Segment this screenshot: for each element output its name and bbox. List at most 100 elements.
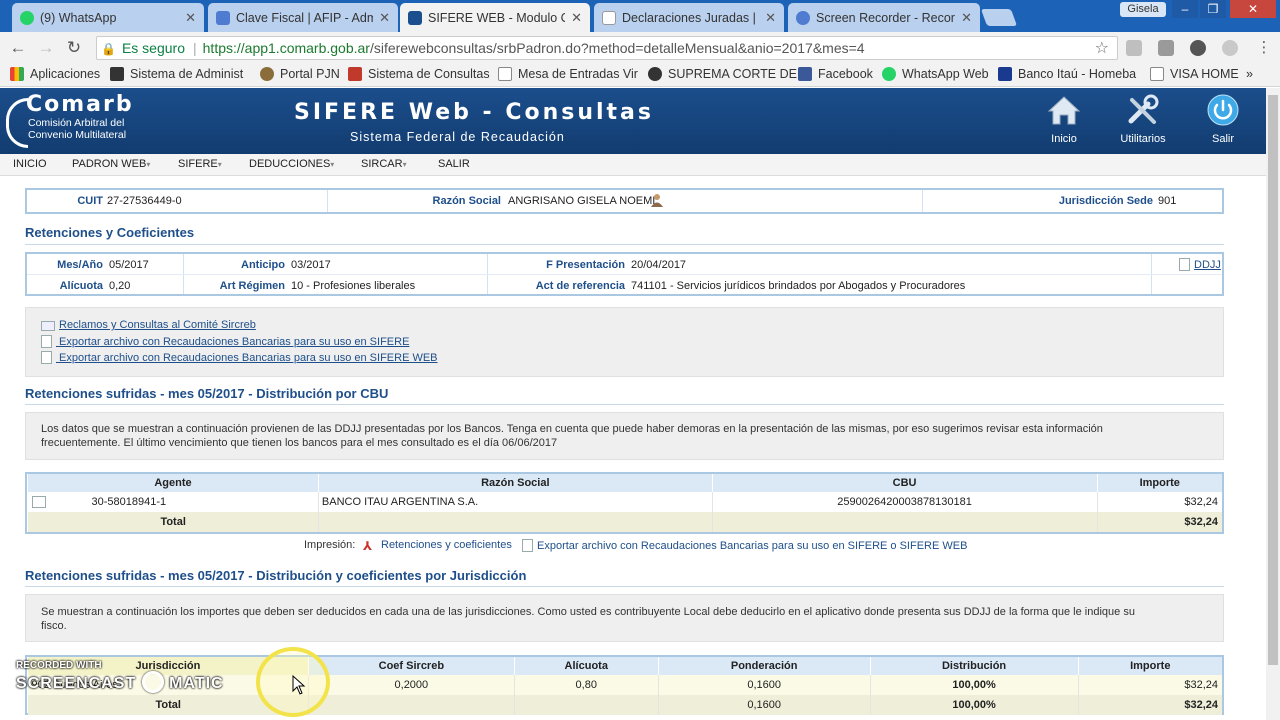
tab-sifere[interactable]: SIFERE WEB - Modulo Co ✕ xyxy=(400,3,590,32)
document-icon xyxy=(1179,258,1190,271)
cbu-table-panel: Agente Razón Social CBU Importe 30-58018… xyxy=(25,472,1224,534)
close-icon[interactable]: ✕ xyxy=(961,10,972,26)
extension-icon[interactable] xyxy=(1222,40,1238,56)
tools-icon xyxy=(1128,94,1159,124)
bookmark-facebook[interactable]: Facebook xyxy=(798,67,873,81)
star-icon[interactable]: ☆ xyxy=(1095,38,1109,60)
logo-line2: Convenio Multilateral xyxy=(28,129,127,141)
close-icon[interactable]: ✕ xyxy=(379,10,390,26)
empty-cell xyxy=(513,695,659,715)
bookmark-sistema-consultas[interactable]: Sistema de Consultas xyxy=(348,67,490,81)
bookmark-sistema-admin[interactable]: Sistema de Administ xyxy=(110,67,243,81)
itau-icon xyxy=(998,67,1012,81)
alicuota-label: Alícuota xyxy=(59,280,103,292)
tab-afip[interactable]: Clave Fiscal | AFIP - Adm ✕ xyxy=(208,3,398,32)
menu-inicio[interactable]: INICIO xyxy=(13,158,47,170)
export-sifere-web-link[interactable]: Exportar archivo con Recaudaciones Banca… xyxy=(41,351,438,364)
power-icon xyxy=(1207,94,1239,126)
extension-icon[interactable] xyxy=(1126,40,1142,56)
pdf-retenciones-link[interactable]: ⅄ Retenciones y coeficientes xyxy=(363,539,512,553)
close-icon[interactable]: ✕ xyxy=(765,10,776,26)
minimize-icon[interactable]: – xyxy=(1172,0,1198,18)
bookmark-visa-home[interactable]: VISA HOME xyxy=(1150,67,1239,81)
url-path: /siferewebconsultas/srbPadron.do?method=… xyxy=(369,40,865,56)
house-icon xyxy=(1047,96,1081,125)
site-menu-bar: INICIO PADRON WEB▾ SIFERE▾ DEDUCCIONES▾ … xyxy=(0,154,1266,176)
bookmark-suprema-corte[interactable]: SUPREMA CORTE DE xyxy=(648,67,797,81)
extension-icon[interactable] xyxy=(1158,40,1174,56)
reload-icon[interactable]: ↻ xyxy=(64,38,84,58)
cbu-info-line2: frecuentemente. El último vencimiento qu… xyxy=(41,437,558,449)
tab-ddjj[interactable]: Declaraciones Juradas | Si ✕ xyxy=(594,3,784,32)
bookmark-banco-itau[interactable]: Banco Itaú - Homeba xyxy=(998,67,1136,81)
menu-label: PADRON WEB xyxy=(72,158,147,170)
bookmarks-overflow-icon[interactable]: » xyxy=(1246,67,1253,81)
menu-salir[interactable]: SALIR xyxy=(438,158,470,170)
close-icon[interactable]: ✕ xyxy=(571,10,582,26)
maximize-icon[interactable]: ❐ xyxy=(1200,0,1226,18)
impresion-label: Impresión: xyxy=(304,539,356,551)
export-sifere-web-label: Exportar archivo con Recaudaciones Banca… xyxy=(56,352,438,364)
page-icon xyxy=(1150,67,1164,81)
bookmark-apps[interactable]: Aplicaciones xyxy=(10,67,100,81)
divider: | xyxy=(193,40,197,56)
apps-grid-icon xyxy=(10,67,24,81)
razon-social-label: Razón Social xyxy=(432,195,501,207)
profile-button[interactable]: Gisela xyxy=(1120,2,1166,17)
export-combined-link[interactable]: Exportar archivo con Recaudaciones Banca… xyxy=(522,539,967,552)
mail-icon xyxy=(41,321,55,331)
bookmark-label: Mesa de Entradas Vir xyxy=(518,67,638,81)
bookmark-label: Aplicaciones xyxy=(30,67,101,81)
section-title-cbu: Retenciones sufridas - mes 05/2017 - Dis… xyxy=(25,386,389,401)
exit-button[interactable]: Salir xyxy=(1204,94,1242,145)
close-icon[interactable]: ✕ xyxy=(185,10,196,26)
importe-value: $32,24 xyxy=(1096,492,1222,512)
watermark-line3: MATIC xyxy=(169,675,224,692)
address-bar[interactable]: 🔒 Es seguro | https://app1.comarb.gob.ar/si… xyxy=(96,36,1118,60)
menu-sifere[interactable]: SIFERE▾ xyxy=(178,158,222,170)
bookmark-mesa-entradas[interactable]: Mesa de Entradas Vir xyxy=(498,67,638,81)
jurisdiccion-sede-label: Jurisdicción Sede xyxy=(1058,195,1153,207)
reclamos-link[interactable]: Reclamos y Consultas al Comité Sircreb xyxy=(41,319,256,331)
new-tab-button[interactable] xyxy=(980,9,1018,26)
whatsapp-icon xyxy=(20,10,34,25)
ddjj-link[interactable]: DDJJ xyxy=(1179,258,1221,271)
menu-dots-icon[interactable]: ⋮ xyxy=(1254,38,1274,58)
col-alicuota: Alícuota xyxy=(513,657,659,675)
bookmark-icon xyxy=(648,67,662,81)
bookmark-portal-pjn[interactable]: Portal PJN xyxy=(260,67,340,81)
user-icon[interactable] xyxy=(651,193,663,207)
screencast-watermark: RECORDED WITH SCREENCAST MATIC xyxy=(16,660,224,693)
ponderacion-value: 0,1600 xyxy=(657,675,871,695)
reclamos-label: Reclamos y Consultas al Comité Sircreb xyxy=(59,319,256,331)
importe-value: $32,24 xyxy=(1077,675,1222,695)
window-close-icon[interactable]: ✕ xyxy=(1230,0,1276,18)
detail-icon[interactable] xyxy=(31,496,46,508)
menu-deducciones[interactable]: DEDUCCIONES▾ xyxy=(249,158,334,170)
scrollbar-thumb[interactable] xyxy=(1268,95,1278,665)
menu-padron-web[interactable]: PADRON WEB▾ xyxy=(72,158,150,170)
table-total-row: Total $32,24 xyxy=(27,512,1222,532)
mouse-pointer-icon xyxy=(292,674,306,695)
total-value: $32,24 xyxy=(1096,512,1222,532)
forward-arrow-icon[interactable]: → xyxy=(36,38,56,58)
home-button[interactable]: Inicio xyxy=(1042,94,1086,145)
act-referencia-label: Act de referencia xyxy=(535,280,625,292)
empty-cell xyxy=(317,512,713,532)
bookmark-whatsapp-web[interactable]: WhatsApp Web xyxy=(882,67,989,81)
lock-icon: 🔒 xyxy=(101,42,116,56)
contributor-panel: CUIT 27-27536449-0 Razón Social ANGRISAN… xyxy=(25,188,1224,214)
chevron-down-icon: ▾ xyxy=(146,160,151,169)
tab-whatsapp[interactable]: (9) WhatsApp ✕ xyxy=(12,3,204,32)
tab-recorder[interactable]: Screen Recorder - Record ✕ xyxy=(788,3,980,32)
menu-sircar[interactable]: SIRCAR▾ xyxy=(361,158,407,170)
export-sifere-link[interactable]: Exportar archivo con Recaudaciones Banca… xyxy=(41,335,409,348)
extension-icon[interactable] xyxy=(1190,40,1206,56)
logo-name: Comarb xyxy=(26,92,134,117)
bookmark-icon xyxy=(260,67,274,81)
tools-button[interactable]: Utilitarios xyxy=(1114,94,1172,145)
comarb-logo[interactable]: Comarb Comisión Arbitral del Convenio Mu… xyxy=(6,92,134,148)
back-arrow-icon[interactable]: ← xyxy=(8,38,28,58)
art-regimen-value: 10 - Profesiones liberales xyxy=(291,280,416,292)
table-header-row: Agente Razón Social CBU Importe xyxy=(27,474,1222,492)
